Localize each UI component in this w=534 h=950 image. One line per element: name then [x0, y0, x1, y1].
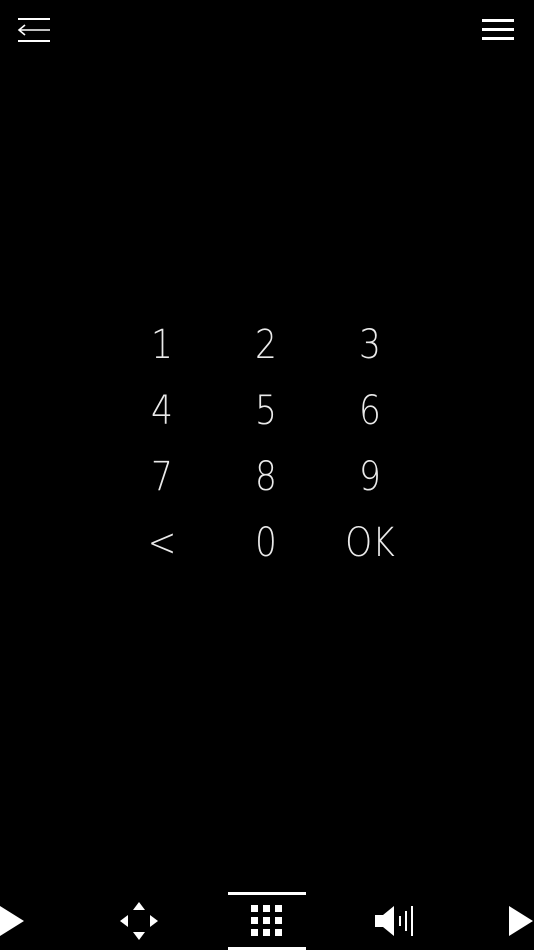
- key-8[interactable]: 8: [221, 444, 310, 510]
- key-backspace[interactable]: <: [117, 510, 206, 576]
- hamburger-menu-icon: [482, 19, 514, 40]
- key-1[interactable]: 1: [117, 312, 206, 378]
- bottom-nav: [0, 888, 534, 950]
- key-ok[interactable]: OK: [325, 510, 414, 576]
- nav-volume-button[interactable]: [366, 892, 424, 950]
- nav-dpad-button[interactable]: [110, 892, 168, 950]
- number-keypad: 1 2 3 4 5 6 7 8 9 < 0 OK: [110, 312, 424, 576]
- key-2[interactable]: 2: [221, 312, 310, 378]
- dpad-icon: [120, 902, 158, 940]
- remote-screen: 1 2 3 4 5 6 7 8 9 < 0 OK: [0, 0, 534, 950]
- key-0[interactable]: 0: [221, 510, 310, 576]
- key-7[interactable]: 7: [117, 444, 206, 510]
- nav-next-button[interactable]: [494, 892, 534, 950]
- volume-icon: [375, 906, 413, 936]
- key-9[interactable]: 9: [325, 444, 414, 510]
- menu-button[interactable]: [478, 12, 518, 48]
- key-3[interactable]: 3: [325, 312, 414, 378]
- play-right-icon: [509, 906, 533, 936]
- keypad-grid-icon: [251, 905, 282, 936]
- key-5[interactable]: 5: [221, 378, 310, 444]
- play-left-icon: [0, 906, 24, 936]
- nav-keypad-button[interactable]: [228, 892, 306, 950]
- key-4[interactable]: 4: [117, 378, 206, 444]
- nav-prev-button[interactable]: [0, 892, 40, 950]
- back-button[interactable]: [14, 12, 54, 48]
- key-6[interactable]: 6: [325, 378, 414, 444]
- back-arrow-icon: [17, 18, 50, 42]
